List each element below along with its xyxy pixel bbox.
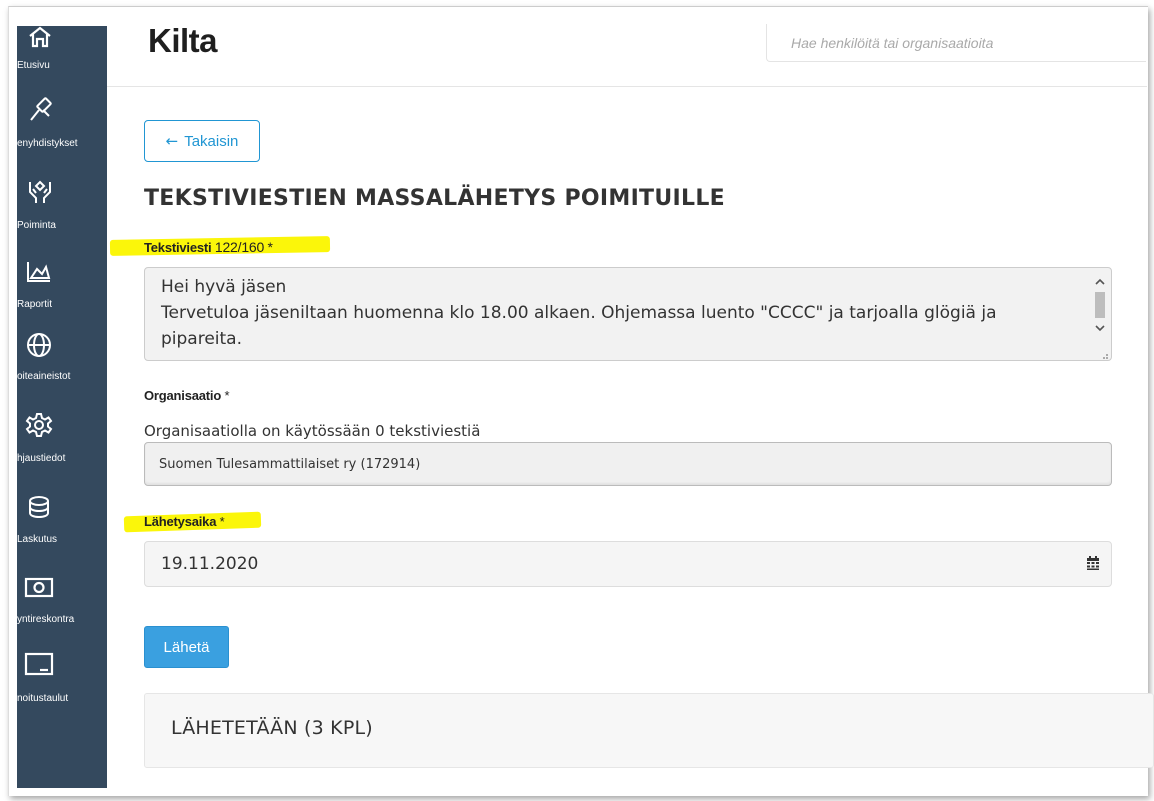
back-button-label: Takaisin: [184, 132, 239, 150]
arrow-left-icon: ←: [165, 132, 179, 150]
calendar-icon[interactable]: [1086, 556, 1100, 570]
organization-label: Organisaatio *: [144, 388, 230, 403]
recipients-panel: LÄHETETÄÄN (3 KPL): [144, 693, 1154, 768]
required-mark: *: [219, 514, 225, 529]
send-time-value: 19.11.2020: [161, 554, 259, 574]
organization-selected-value: Suomen Tulesammattilaiset ry (172914): [159, 456, 421, 472]
send-button[interactable]: Lähetä: [144, 626, 229, 668]
gavel-icon: [30, 97, 52, 121]
organization-select[interactable]: Suomen Tulesammattilaiset ry (172914): [144, 442, 1112, 486]
area-chart-icon: [27, 262, 51, 282]
sidebar-item-etusivu[interactable]: Etusivu: [17, 26, 107, 106]
board-icon: [24, 652, 54, 676]
message-label: Tekstiviesti 122/160 *: [144, 239, 273, 255]
brand-logo-text: Kilta: [148, 22, 218, 59]
sidebar-item-label: oiteaineistot: [17, 371, 71, 382]
required-mark: *: [224, 388, 230, 403]
sidebar: Etusivu enyhdistykset Poiminta Raportit …: [17, 26, 107, 788]
organization-sms-note: Organisaatiolla on käytössään 0 tekstivi…: [144, 422, 481, 440]
recipients-title: LÄHETETÄÄN (3 KPL): [171, 717, 373, 739]
organization-label-text: Organisaatio: [144, 388, 222, 403]
sidebar-item-laskutus[interactable]: Laskutus: [17, 494, 107, 574]
header-divider: [107, 86, 1147, 87]
gear-icon: [25, 413, 53, 437]
page-title: TEKSTIVIESTIEN MASSALÄHETYS POIMITUILLE: [144, 186, 725, 211]
sidebar-item-label: yntireskontra: [17, 614, 75, 625]
sidebar-item-label: Poiminta: [17, 220, 56, 231]
home-icon: [29, 26, 51, 48]
send-time-label: Lähetysaika *: [144, 514, 225, 529]
back-button[interactable]: ← Takaisin: [144, 120, 260, 162]
send-time-date-input[interactable]: 19.11.2020: [144, 541, 1112, 587]
sidebar-item-raportit[interactable]: Raportit: [17, 259, 107, 339]
sidebar-item-poiminta[interactable]: Poiminta: [17, 176, 107, 256]
coins-icon: [29, 496, 49, 519]
search-input[interactable]: [766, 24, 1146, 62]
sidebar-item-asetukset[interactable]: hjaustiedot: [17, 411, 107, 491]
money-bill-icon: [24, 577, 54, 598]
required-mark: *: [267, 239, 273, 255]
sidebar-item-reskontra[interactable]: yntireskontra: [17, 576, 107, 656]
message-textarea[interactable]: [144, 267, 1112, 361]
hands-icon: [29, 180, 51, 203]
globe-icon: [27, 333, 51, 357]
textarea-scrollbar[interactable]: [1091, 270, 1109, 342]
sidebar-item-taulut[interactable]: noitustaulut: [17, 651, 107, 731]
send-time-label-text: Lähetysaika: [144, 514, 217, 529]
message-counter: 122/160: [214, 239, 265, 255]
sidebar-item-yhdistykset[interactable]: enyhdistykset: [17, 96, 107, 176]
resize-grip-icon[interactable]: [1099, 350, 1109, 360]
sidebar-item-tiedostot[interactable]: oiteaineistot: [17, 331, 107, 411]
message-label-text: Tekstiviesti: [144, 240, 212, 255]
sidebar-item-label: Etusivu: [17, 60, 50, 71]
